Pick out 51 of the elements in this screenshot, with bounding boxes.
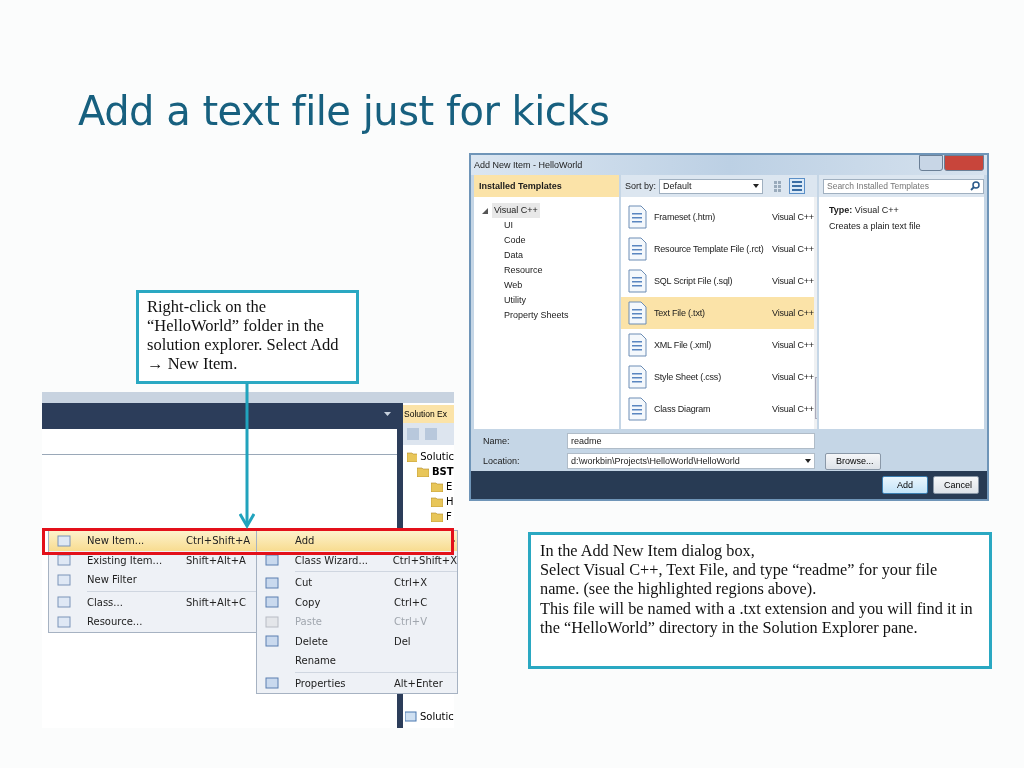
template-item[interactable]: Resource Template File (.rct) Visual C++ bbox=[621, 233, 814, 265]
menu-item[interactable]: New Item... Ctrl+Shift+A bbox=[49, 531, 257, 551]
menu-item[interactable]: Rename bbox=[257, 651, 457, 671]
menu-item[interactable]: Existing Item... Shift+Alt+A bbox=[49, 550, 257, 570]
sidebar-header: Installed Templates bbox=[474, 175, 619, 197]
sort-dropdown[interactable]: Default bbox=[659, 178, 763, 194]
template-item[interactable]: XML File (.xml) Visual C++ bbox=[621, 329, 814, 361]
location-dropdown[interactable]: d:\workbin\Projects\HelloWorld\HelloWorld bbox=[567, 453, 815, 469]
menu-item[interactable]: Cut Ctrl+X bbox=[257, 573, 457, 593]
window-title: Add New Item - HelloWorld bbox=[474, 160, 583, 170]
location-label: Location: bbox=[482, 456, 521, 466]
slide-title: Add a text file just for kicks bbox=[78, 88, 610, 134]
menu-item[interactable]: New Filter bbox=[49, 570, 257, 590]
name-field[interactable]: readme bbox=[567, 433, 815, 449]
menu-item[interactable]: Class... Shift+Alt+C bbox=[49, 592, 257, 612]
tree-item[interactable]: E bbox=[446, 479, 453, 494]
tree-item[interactable]: Visual C++ bbox=[492, 203, 540, 218]
cancel-button[interactable]: Cancel bbox=[933, 476, 979, 494]
instruction-callout: In the Add New Item dialog box, Select Visual C++, Text File, and type “readme” for your file name. (see the highlighted regions above). This file will be named with a .txt extension and you will find it in the “HelloWorld” directory in the Solution Explorer pane. bbox=[528, 532, 992, 669]
menu-item[interactable]: Class Wizard... Ctrl+Shift+X bbox=[257, 550, 457, 570]
tree-item[interactable]: Utility bbox=[504, 295, 526, 305]
tree-item[interactable]: UI bbox=[504, 220, 513, 230]
panel-title: Solution Ex bbox=[403, 405, 454, 423]
menu-item[interactable]: Delete Del bbox=[257, 631, 457, 651]
sort-label: Sort by: bbox=[625, 181, 656, 191]
tree-item[interactable]: Data bbox=[504, 250, 523, 260]
menu-item[interactable]: Add bbox=[257, 531, 457, 551]
add-button[interactable]: Add bbox=[882, 476, 928, 494]
instruction-callout: Right-click on the “HelloWorld” folder in the solution explorer. Select Add → New Item. bbox=[136, 290, 359, 384]
template-item[interactable]: Frameset (.htm) Visual C++ bbox=[621, 201, 814, 233]
template-item[interactable]: Class Diagram Visual C++ bbox=[621, 393, 814, 425]
tree-item[interactable]: Web bbox=[504, 280, 523, 290]
menu-item[interactable]: Properties Alt+Enter bbox=[257, 673, 457, 693]
menu-item[interactable]: Resource... bbox=[49, 612, 257, 632]
tree-item[interactable]: Code bbox=[504, 235, 526, 245]
search-field[interactable]: Search Installed Templates bbox=[819, 175, 984, 197]
tree-item[interactable]: H bbox=[446, 494, 454, 509]
template-item[interactable]: SQL Script File (.sql) Visual C++ bbox=[621, 265, 814, 297]
tree-item[interactable]: BST bbox=[432, 464, 454, 479]
tree-item[interactable]: Resource bbox=[504, 265, 543, 275]
template-item[interactable]: Style Sheet (.css) Visual C++ bbox=[621, 361, 814, 393]
template-description: Creates a plain text file bbox=[829, 221, 922, 231]
tree-item[interactable]: Solutic bbox=[420, 449, 454, 464]
menu-item[interactable]: Copy Ctrl+C bbox=[257, 592, 457, 612]
panel-tab[interactable]: Solutic bbox=[420, 711, 454, 722]
name-label: Name: bbox=[482, 436, 511, 446]
tree-item[interactable]: Property Sheets bbox=[504, 310, 569, 320]
tree-item[interactable]: F bbox=[446, 509, 452, 524]
browse-button[interactable]: Browse... bbox=[825, 452, 881, 470]
type-info: Type: Visual C++ bbox=[829, 205, 900, 215]
template-item[interactable]: Text File (.txt) Visual C++ bbox=[621, 297, 814, 329]
